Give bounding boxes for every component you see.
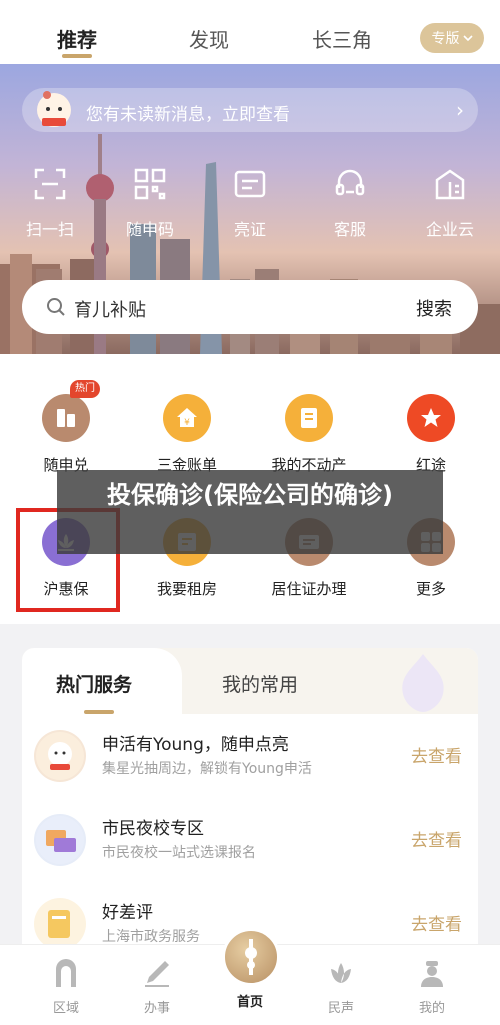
headset-icon	[335, 169, 365, 196]
view-button[interactable]: 去查看	[411, 826, 462, 851]
search-bar[interactable]: 育儿补贴 搜索	[22, 280, 478, 334]
qr-code-button[interactable]: 随申码	[120, 168, 180, 240]
search-icon	[47, 298, 65, 316]
qr-code-label: 随申码	[125, 220, 174, 239]
id-card-icon	[234, 170, 266, 198]
service-icon-circle: ¥	[163, 394, 211, 442]
service-label: 居住证办理	[271, 580, 347, 598]
service-label: 我要租房	[156, 580, 217, 598]
nav-public-voice[interactable]: 民声	[311, 959, 371, 1016]
nav-home[interactable]: 首页	[220, 987, 280, 1010]
magnolia-icon	[331, 963, 351, 983]
tab-underline	[62, 54, 92, 58]
scan-button[interactable]: 扫一扫	[20, 168, 80, 240]
nav-label: 区域	[52, 1001, 79, 1016]
mascot-thumbnail	[34, 730, 86, 782]
nav-label: 首页	[236, 995, 263, 1010]
list-item-subtitle: 集星光抽周边，解锁有Young申活	[102, 761, 312, 777]
home-tower-icon	[245, 939, 257, 975]
chevron-right-icon: ›	[456, 98, 464, 122]
user-icon	[421, 961, 443, 987]
home-button[interactable]	[222, 928, 280, 986]
property-cert-icon	[301, 408, 317, 428]
list-item-title: 好差评	[102, 903, 153, 923]
mascot-icon	[37, 91, 71, 127]
tab-discover[interactable]: 发现	[189, 24, 229, 53]
search-button[interactable]: 搜索	[416, 295, 452, 321]
qr-code-icon	[134, 168, 166, 200]
show-id-button[interactable]: 亮证	[220, 168, 280, 240]
nav-label: 我的	[418, 1001, 445, 1016]
tab-my-frequent[interactable]: 我的常用	[222, 670, 298, 697]
building-icon	[435, 169, 465, 200]
overlay-title: 投保确诊(保险公司的确诊)	[57, 470, 443, 554]
customer-service-button[interactable]: 客服	[320, 168, 380, 240]
hot-services-card: 热门服务 我的常用 申活有Young，随申点亮 集星光抽周边，解锁有Young申…	[22, 648, 478, 968]
service-hongtu[interactable]: 红途	[376, 394, 486, 475]
pen-icon	[145, 961, 169, 987]
service-my-property[interactable]: 我的不动产	[254, 394, 364, 475]
scan-icon	[34, 168, 66, 200]
service-suishendui[interactable]: 热门 随申兑	[11, 380, 121, 475]
review-thumbnail	[34, 898, 86, 950]
view-button[interactable]: 去查看	[411, 910, 462, 935]
hot-badge: 热门	[70, 380, 100, 398]
list-item[interactable]: 市民夜校专区 市民夜校一站式选课报名 去查看	[22, 800, 478, 884]
message-notice-text: 您有未读新消息，立即查看	[86, 105, 290, 125]
house-yuan-icon: ¥	[177, 408, 197, 428]
customer-service-label: 客服	[333, 220, 366, 239]
service-icon-circle: 热门	[42, 380, 100, 442]
list-item-subtitle: 上海市政务服务	[102, 929, 200, 945]
search-input[interactable]: 育儿补贴	[74, 296, 146, 322]
list-item-subtitle: 市民夜校一站式选课报名	[102, 845, 256, 861]
svg-text:¥: ¥	[184, 418, 190, 428]
service-sanjin-bill[interactable]: ¥ 三金账单	[132, 394, 242, 475]
card-tab-bar: 热门服务 我的常用	[22, 648, 478, 714]
top-tab-bar: 推荐 发现 长三角 专版	[0, 0, 500, 64]
enterprise-cloud-button[interactable]: 企业云	[420, 168, 480, 240]
card-tab-underline	[84, 710, 114, 714]
redeem-icon	[57, 409, 75, 427]
flame-decoration-icon	[402, 654, 444, 712]
service-label: 更多	[415, 580, 446, 598]
night-school-thumbnail	[34, 814, 86, 866]
red-star-icon	[421, 408, 441, 427]
edition-label: 专版	[431, 31, 460, 47]
list-item-title: 市民夜校专区	[102, 819, 204, 839]
list-item-title: 申活有Young，随申点亮	[102, 735, 289, 755]
nav-services[interactable]: 办事	[127, 959, 187, 1016]
enterprise-cloud-label: 企业云	[425, 220, 474, 239]
message-notice-bar[interactable]: 您有未读新消息，立即查看 ›	[22, 88, 478, 132]
edition-switch-button[interactable]: 专版	[420, 23, 484, 53]
tab-hot-services[interactable]: 热门服务	[56, 670, 132, 697]
scan-label: 扫一扫	[25, 220, 74, 239]
tab-recommend[interactable]: 推荐	[57, 24, 97, 53]
show-id-label: 亮证	[233, 220, 266, 239]
nav-region[interactable]: 区域	[36, 959, 96, 1016]
nav-label: 办事	[143, 1001, 170, 1016]
view-button[interactable]: 去查看	[411, 742, 462, 767]
service-icon-circle	[285, 394, 333, 442]
gate-icon	[56, 959, 76, 987]
tab-yangtze-delta[interactable]: 长三角	[312, 24, 372, 53]
list-item[interactable]: 申活有Young，随申点亮 集星光抽周边，解锁有Young申活 去查看	[22, 716, 478, 800]
nav-label: 民声	[327, 1001, 354, 1016]
nav-mine[interactable]: 我的	[402, 959, 462, 1016]
hero-banner: 您有未读新消息，立即查看 › 扫一扫 随申码 亮证 客服 企业云 育儿补贴 搜索	[0, 64, 500, 354]
service-icon-circle	[407, 394, 455, 442]
chevron-down-icon	[462, 35, 473, 42]
